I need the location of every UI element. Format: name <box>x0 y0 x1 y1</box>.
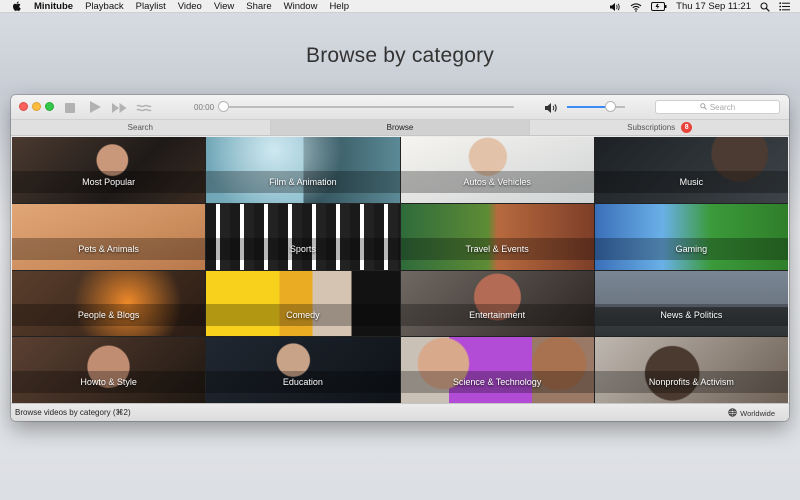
elapsed-time: 00:00 <box>194 103 215 112</box>
tab-search[interactable]: Search <box>11 120 271 135</box>
category-tile-most-popular[interactable]: Most Popular <box>12 137 206 203</box>
menu-extras: Thu 17 Sep 11:21 <box>609 0 790 13</box>
volume-slider-knob[interactable] <box>604 101 616 112</box>
category-tile-science-technology[interactable]: Science & Technology <box>400 337 594 403</box>
notification-center-icon[interactable] <box>779 2 790 11</box>
category-grid: Most Popular Film & Animation Autos & Ve… <box>12 137 788 403</box>
category-label: Film & Animation <box>206 170 400 193</box>
tab-browse[interactable]: Browse <box>270 120 531 135</box>
region-label: Worldwide <box>740 409 775 418</box>
category-tile-gaming[interactable]: Gaming <box>594 203 788 270</box>
category-tile-news-politics[interactable]: News & Politics <box>594 270 788 337</box>
category-tile-education[interactable]: Education <box>206 337 400 403</box>
category-tile-people-blogs[interactable]: People & Blogs <box>12 270 206 337</box>
tab-subscriptions[interactable]: Subscriptions 8 <box>530 120 789 135</box>
category-label: Autos & Vehicles <box>400 170 594 193</box>
clock-text[interactable]: Thu 17 Sep 11:21 <box>676 1 751 12</box>
category-label: Nonprofits & Activism <box>594 371 788 393</box>
window-minimize-button[interactable] <box>32 102 41 111</box>
menu-view[interactable]: View <box>214 1 234 12</box>
definition-waves-icon[interactable] <box>136 101 152 119</box>
region-selector[interactable]: Worldwide <box>728 408 775 419</box>
view-tabs: Search Browse Subscriptions 8 <box>11 119 789 136</box>
page-title: Browse by category <box>305 44 495 67</box>
volume-icon[interactable] <box>544 101 559 119</box>
category-tile-pets-animals[interactable]: Pets & Animals <box>12 203 206 270</box>
category-label: Comedy <box>206 304 400 327</box>
subscriptions-count-badge: 8 <box>681 122 693 133</box>
play-button[interactable] <box>88 100 102 119</box>
menu-playback[interactable]: Playback <box>85 1 124 12</box>
app-window: 00:00 Search Search Browse Subscriptions… <box>11 95 789 421</box>
category-label: Music <box>594 170 788 193</box>
category-label: Howto & Style <box>12 371 206 393</box>
menu-share[interactable]: Share <box>246 1 271 12</box>
category-tile-music[interactable]: Music <box>594 137 788 203</box>
category-label: Entertainment <box>400 304 594 327</box>
tab-label: Subscriptions <box>627 123 676 132</box>
seek-slider-knob[interactable] <box>218 101 229 112</box>
stop-button[interactable] <box>64 101 76 119</box>
globe-icon <box>728 408 737 419</box>
menu-playlist[interactable]: Playlist <box>136 1 166 12</box>
category-label: People & Blogs <box>12 304 206 327</box>
tab-label: Search <box>127 123 154 132</box>
search-icon <box>700 102 707 112</box>
category-tile-howto-style[interactable]: Howto & Style <box>12 337 206 403</box>
window-zoom-button[interactable] <box>45 102 54 111</box>
volume-slider-track[interactable] <box>567 106 625 108</box>
menu-help[interactable]: Help <box>329 1 349 12</box>
seek-slider-track[interactable] <box>224 106 514 108</box>
category-label: Pets & Animals <box>12 237 206 260</box>
search-placeholder: Search <box>709 102 736 112</box>
menu-app-name[interactable]: Minitube <box>34 1 73 12</box>
volume-slider-fill <box>567 106 611 108</box>
category-label: Most Popular <box>12 170 206 193</box>
menu-bar: Minitube Playback Playlist Video View Sh… <box>0 0 800 13</box>
battery-icon[interactable] <box>651 2 667 11</box>
category-label: Travel & Events <box>400 237 594 260</box>
speaker-icon[interactable] <box>609 2 621 12</box>
category-label: Gaming <box>594 237 788 260</box>
apple-icon[interactable] <box>12 1 24 12</box>
status-text: Browse videos by category (⌘2) <box>15 408 131 417</box>
category-tile-travel-events[interactable]: Travel & Events <box>400 203 594 270</box>
category-tile-film-animation[interactable]: Film & Animation <box>206 137 400 203</box>
spotlight-search-icon[interactable] <box>760 1 770 12</box>
category-tile-sports[interactable]: Sports <box>206 203 400 270</box>
window-close-button[interactable] <box>19 102 28 111</box>
category-tile-entertainment[interactable]: Entertainment <box>400 270 594 337</box>
category-label: News & Politics <box>594 304 788 327</box>
wifi-icon[interactable] <box>630 2 642 12</box>
category-label: Education <box>206 371 400 393</box>
category-label: Sports <box>206 237 400 260</box>
toolbar: 00:00 Search <box>11 95 789 119</box>
category-tile-comedy[interactable]: Comedy <box>206 270 400 337</box>
tab-label: Browse <box>386 123 414 132</box>
category-tile-nonprofits-activism[interactable]: Nonprofits & Activism <box>594 337 788 403</box>
skip-forward-button[interactable] <box>111 101 128 119</box>
category-tile-autos-vehicles[interactable]: Autos & Vehicles <box>400 137 594 203</box>
menu-video[interactable]: Video <box>178 1 202 12</box>
menu-window[interactable]: Window <box>284 1 318 12</box>
category-label: Science & Technology <box>400 371 594 393</box>
search-input[interactable]: Search <box>655 100 780 114</box>
status-bar: Browse videos by category (⌘2) Worldwide <box>11 403 789 421</box>
